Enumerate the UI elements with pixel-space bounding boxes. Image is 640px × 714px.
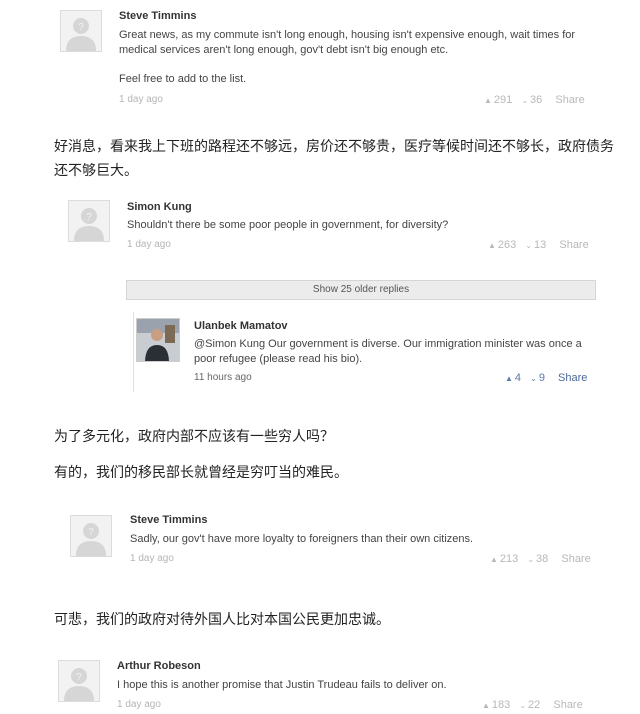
default-avatar-icon[interactable]: ? bbox=[58, 660, 100, 702]
comment-author[interactable]: Ulanbek Mamatov bbox=[194, 320, 288, 332]
down-chevron-icon[interactable]: ⌄ bbox=[525, 241, 532, 250]
comment-timestamp: 1 day ago bbox=[127, 239, 171, 250]
comment-timestamp: 11 hours ago bbox=[194, 372, 252, 383]
down-chevron-icon[interactable]: ⌄ bbox=[519, 701, 526, 710]
down-chevron-icon[interactable]: ⌄ bbox=[521, 96, 528, 105]
vote-bar: ▲ 213 ⌄ 38 Share bbox=[488, 553, 591, 565]
comment-body: Sadly, our gov't have more loyalty to fo… bbox=[130, 532, 600, 547]
svg-text:?: ? bbox=[78, 22, 84, 33]
downvote-count: 36 bbox=[530, 94, 543, 106]
translation-text: 为了多元化，政府内部不应该有一些穷人吗？ bbox=[54, 429, 334, 445]
svg-text:?: ? bbox=[88, 527, 94, 538]
upvote-count: 213 bbox=[499, 553, 519, 565]
translation-text: 有的，我们的移民部长就曾经是穷叮当的难民。 bbox=[54, 465, 348, 481]
default-avatar-icon[interactable]: ? bbox=[68, 200, 110, 242]
down-chevron-icon[interactable]: ⌄ bbox=[527, 555, 534, 564]
vote-bar: ▲ 291 ⌄ 36 Share bbox=[482, 94, 585, 106]
comment-timestamp: 1 day ago bbox=[119, 94, 163, 105]
comment-text: @Simon Kung Our government is diverse. O… bbox=[194, 338, 582, 365]
comment-text: Feel free to add to the list. bbox=[119, 73, 247, 85]
reply-divider bbox=[133, 312, 134, 392]
comment-text: Sadly, our gov't have more loyalty to fo… bbox=[130, 533, 474, 545]
comment-text: Shouldn't there be some poor people in g… bbox=[127, 219, 449, 231]
comment-author[interactable]: Steve Timmins bbox=[119, 10, 196, 22]
comment-body: I hope this is another promise that Just… bbox=[117, 678, 587, 693]
downvote-count: 13 bbox=[534, 239, 547, 251]
up-triangle-icon[interactable]: ▲ bbox=[488, 241, 496, 250]
user-photo-avatar[interactable] bbox=[136, 318, 180, 362]
default-avatar-icon[interactable]: ? bbox=[60, 10, 102, 52]
comment-author[interactable]: Simon Kung bbox=[127, 201, 192, 213]
comment-author[interactable]: Steve Timmins bbox=[130, 514, 207, 526]
svg-text:?: ? bbox=[86, 212, 92, 223]
svg-text:?: ? bbox=[76, 672, 82, 683]
comment-timestamp: 1 day ago bbox=[117, 699, 161, 710]
comment-text: I hope this is another promise that Just… bbox=[117, 679, 447, 691]
share-button[interactable]: Share bbox=[561, 553, 590, 565]
up-triangle-icon[interactable]: ▲ bbox=[505, 374, 513, 383]
comment-text: Great news, as my commute isn't long eno… bbox=[119, 29, 576, 56]
upvote-count: 263 bbox=[497, 239, 517, 251]
upvote-count: 291 bbox=[493, 94, 513, 106]
comment-timestamp: 1 day ago bbox=[130, 553, 174, 564]
share-button[interactable]: Share bbox=[553, 699, 582, 711]
downvote-count: 38 bbox=[536, 553, 549, 565]
share-button[interactable]: Share bbox=[559, 239, 588, 251]
downvote-count: 22 bbox=[528, 699, 541, 711]
comment-body: Shouldn't there be some poor people in g… bbox=[127, 218, 597, 233]
vote-bar: ▲ 263 ⌄ 13 Share bbox=[486, 239, 589, 251]
comment-body: Great news, as my commute isn't long eno… bbox=[119, 28, 599, 87]
show-older-replies-button[interactable]: Show 25 older replies bbox=[126, 280, 596, 300]
translation-text: 好消息，看来我上下班的路程还不够远，房价还不够贵，医疗等候时间还不够长，政府债务… bbox=[54, 139, 614, 179]
default-avatar-icon[interactable]: ? bbox=[70, 515, 112, 557]
up-triangle-icon[interactable]: ▲ bbox=[482, 701, 490, 710]
vote-bar: ▲ 4 ⌄ 9 Share bbox=[503, 372, 587, 384]
share-button[interactable]: Share bbox=[555, 94, 584, 106]
downvote-count: 9 bbox=[538, 372, 545, 384]
up-triangle-icon[interactable]: ▲ bbox=[490, 555, 498, 564]
share-button[interactable]: Share bbox=[558, 372, 587, 384]
upvote-count: 183 bbox=[491, 699, 511, 711]
translation-text: 可悲，我们的政府对待外国人比对本国公民更加忠诚。 bbox=[54, 612, 390, 628]
vote-bar: ▲ 183 ⌄ 22 Share bbox=[480, 699, 583, 711]
down-chevron-icon[interactable]: ⌄ bbox=[530, 374, 537, 383]
up-triangle-icon[interactable]: ▲ bbox=[484, 96, 492, 105]
comment-body: @Simon Kung Our government is diverse. O… bbox=[194, 337, 594, 367]
upvote-count: 4 bbox=[514, 372, 522, 384]
comment-author[interactable]: Arthur Robeson bbox=[117, 660, 201, 672]
